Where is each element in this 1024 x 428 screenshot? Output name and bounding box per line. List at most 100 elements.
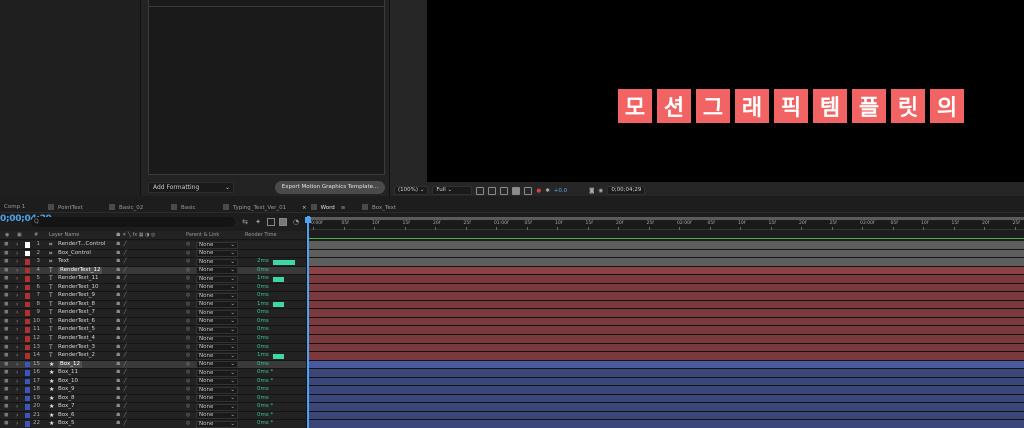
layer-switches[interactable]: ☗ ╱ bbox=[116, 309, 141, 317]
frame-blending-icon[interactable] bbox=[279, 218, 287, 226]
show-snapshot-icon[interactable]: ◉ bbox=[599, 188, 604, 194]
layer-track-bar[interactable] bbox=[307, 292, 1024, 301]
expand-triangle-icon[interactable]: › bbox=[16, 284, 18, 292]
layer-row[interactable]: ◼ › 11 T RenderText_5 ☗ ╱ ◎ None ⌄ 0ms bbox=[0, 326, 306, 336]
layer-name[interactable]: RenderText_11 bbox=[58, 275, 98, 283]
timeline-graph[interactable]: 0:00f 05f 10f 15f 20f 25f 01:00f 05f 10f 15f 20f 25… bbox=[305, 213, 1024, 428]
pickwhip-icon[interactable]: ◎ bbox=[186, 412, 190, 420]
export-mogrt-button[interactable]: Export Motion Graphics Template... bbox=[275, 181, 385, 194]
parent-dropdown[interactable]: None ⌄ bbox=[196, 250, 238, 258]
label-color-swatch[interactable] bbox=[25, 361, 30, 368]
layer-track-bar[interactable] bbox=[307, 394, 1024, 404]
layer-row[interactable]: ◼ › 5 T RenderText_11 ☗ ╱ ◎ None ⌄ 1ms bbox=[0, 275, 306, 284]
playhead-handle[interactable] bbox=[305, 217, 311, 223]
layer-name[interactable]: Box_7 bbox=[58, 403, 74, 411]
label-color-swatch[interactable] bbox=[25, 421, 30, 427]
parent-dropdown[interactable]: None ⌄ bbox=[196, 284, 238, 292]
layer-switches[interactable]: ☗ ╱ bbox=[116, 395, 141, 403]
add-formatting-dropdown[interactable]: Add Formatting ⌄ bbox=[148, 182, 234, 193]
layer-switches[interactable]: ☗ ╱ bbox=[116, 267, 141, 275]
parent-dropdown[interactable]: None ⌄ bbox=[196, 318, 238, 326]
label-color-swatch[interactable] bbox=[25, 370, 30, 376]
label-color-swatch[interactable] bbox=[25, 242, 30, 248]
lock-icon[interactable]: ▣ bbox=[17, 231, 22, 240]
layer-switches[interactable]: ☗ ╱ bbox=[116, 403, 141, 411]
layer-row[interactable]: ◼ › 21 ★ Box_6 ☗ ╱ ◎ None ⌄ 0ms * bbox=[0, 411, 306, 421]
layer-name[interactable]: Box_10 bbox=[58, 378, 78, 386]
column-layer-name[interactable]: Layer Name bbox=[49, 231, 79, 240]
pickwhip-icon[interactable]: ◎ bbox=[186, 292, 190, 300]
parent-dropdown[interactable]: None ⌄ bbox=[196, 420, 238, 428]
layer-switches[interactable]: ☗ ╱ bbox=[116, 241, 141, 249]
eye-icon[interactable]: ◼ bbox=[4, 361, 9, 369]
layer-row[interactable]: ◼ › 2 ⌗ Box_Control ☗ ╱ ◎ None ⌄ bbox=[0, 249, 306, 259]
pickwhip-icon[interactable]: ◎ bbox=[186, 403, 190, 411]
exposure-icon[interactable]: ✱ bbox=[545, 188, 550, 194]
layer-track-bar[interactable] bbox=[307, 258, 1024, 267]
parent-dropdown[interactable]: None ⌄ bbox=[196, 267, 238, 275]
layer-switches[interactable]: ☗ ╱ bbox=[116, 420, 141, 428]
eye-icon[interactable]: ◼ bbox=[4, 403, 9, 411]
layer-name[interactable]: Box_12 bbox=[58, 360, 82, 369]
parent-dropdown[interactable]: None ⌄ bbox=[196, 352, 238, 360]
layer-row[interactable]: ◼ › 19 ★ Box_8 ☗ ╱ ◎ None ⌄ 0ms bbox=[0, 394, 306, 404]
column-parent-link[interactable]: Parent & Link bbox=[186, 231, 219, 240]
eye-icon[interactable]: ◼ bbox=[4, 395, 9, 403]
pickwhip-icon[interactable]: ◎ bbox=[186, 258, 190, 266]
parent-dropdown[interactable]: None ⌄ bbox=[196, 258, 238, 266]
eye-icon[interactable]: ◼ bbox=[4, 318, 9, 326]
eye-icon[interactable]: ◼ bbox=[4, 267, 9, 275]
layer-switches[interactable]: ☗ ╱ bbox=[116, 284, 141, 292]
label-color-swatch[interactable] bbox=[25, 344, 30, 351]
layer-name[interactable]: Box_6 bbox=[58, 412, 74, 420]
eye-icon[interactable]: ◉ bbox=[5, 231, 9, 240]
layer-row[interactable]: ◼ › 13 T RenderText_3 ☗ ╱ ◎ None ⌄ 0ms bbox=[0, 343, 306, 353]
layer-name[interactable]: RenderText_12 bbox=[58, 266, 103, 275]
parent-dropdown[interactable]: None ⌄ bbox=[196, 344, 238, 352]
layer-switches[interactable]: ☗ ╱ bbox=[116, 412, 141, 420]
layer-switches[interactable]: ☗ ╱ bbox=[116, 275, 141, 283]
work-area-bar[interactable] bbox=[307, 216, 1024, 221]
expand-triangle-icon[interactable]: › bbox=[16, 361, 18, 369]
layer-switches[interactable]: ☗ ╱ bbox=[116, 378, 141, 386]
parent-dropdown[interactable]: None ⌄ bbox=[196, 335, 238, 343]
grid-guides-icon[interactable] bbox=[512, 186, 521, 195]
label-color-swatch[interactable] bbox=[25, 336, 30, 342]
eye-icon[interactable]: ◼ bbox=[4, 335, 9, 343]
viewer-timecode[interactable]: 0;00;04;29 bbox=[607, 186, 646, 195]
layer-row[interactable]: ◼ › 3 ⌗ Text ☗ ╱ ◎ None ⌄ 2ms bbox=[0, 258, 306, 267]
parent-dropdown[interactable]: None ⌄ bbox=[196, 395, 238, 403]
parent-dropdown[interactable]: None ⌄ bbox=[196, 361, 238, 369]
expand-triangle-icon[interactable]: › bbox=[16, 267, 18, 275]
transparency-grid-icon[interactable] bbox=[488, 186, 497, 195]
label-color-swatch[interactable] bbox=[25, 259, 30, 265]
parent-dropdown[interactable]: None ⌄ bbox=[196, 412, 238, 420]
label-color-swatch[interactable] bbox=[25, 395, 30, 402]
exposure-value[interactable]: +0.0 bbox=[554, 188, 567, 194]
layer-name[interactable]: RenderText_4 bbox=[58, 335, 95, 343]
eye-icon[interactable]: ◼ bbox=[4, 344, 9, 352]
expand-triangle-icon[interactable]: › bbox=[16, 344, 18, 352]
layer-name[interactable]: RenderText_2 bbox=[58, 352, 95, 360]
expand-triangle-icon[interactable]: › bbox=[16, 275, 18, 283]
pickwhip-icon[interactable]: ◎ bbox=[186, 318, 190, 326]
expand-triangle-icon[interactable]: › bbox=[16, 250, 18, 258]
comp-flowchart-icon[interactable]: ✦ bbox=[254, 218, 262, 226]
parent-dropdown[interactable]: None ⌄ bbox=[196, 369, 238, 377]
layer-row[interactable]: ◼ › 16 ★ Box_11 ☗ ╱ ◎ None ⌄ 0ms * bbox=[0, 369, 306, 378]
zoom-dropdown[interactable]: (100%) ⌄ bbox=[394, 186, 429, 195]
eye-icon[interactable]: ◼ bbox=[4, 378, 9, 386]
layer-track-bar[interactable] bbox=[307, 377, 1024, 387]
expand-triangle-icon[interactable]: › bbox=[16, 301, 18, 309]
layer-name[interactable]: Box_8 bbox=[58, 395, 74, 403]
tab-typing-text-ver-01[interactable]: Typing_Text_Ver_01 bbox=[223, 204, 286, 211]
label-color-swatch[interactable] bbox=[25, 284, 30, 291]
label-color-swatch[interactable] bbox=[25, 267, 30, 274]
eye-icon[interactable]: ◼ bbox=[4, 250, 9, 258]
layer-switches[interactable]: ☗ ╱ bbox=[116, 352, 141, 360]
expand-triangle-icon[interactable]: › bbox=[16, 369, 18, 377]
parent-dropdown[interactable]: None ⌄ bbox=[196, 386, 238, 394]
eye-icon[interactable]: ◼ bbox=[4, 258, 9, 266]
layer-row[interactable]: ◼ › 9 T RenderText_7 ☗ ╱ ◎ None ⌄ 0ms bbox=[0, 309, 306, 318]
menu-icon[interactable]: ≡ bbox=[341, 205, 346, 211]
